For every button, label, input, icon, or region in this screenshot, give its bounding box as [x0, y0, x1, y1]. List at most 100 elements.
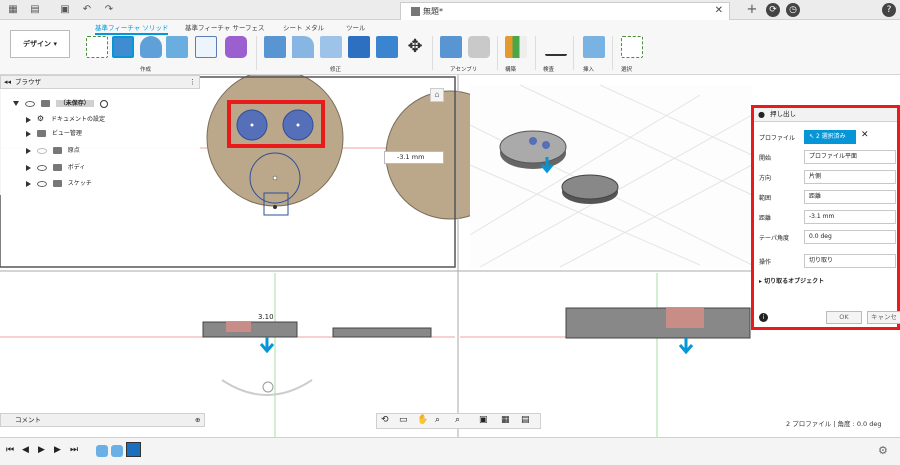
expand-icon[interactable]: [13, 101, 19, 106]
expand-icon[interactable]: [26, 164, 31, 171]
tab-tools[interactable]: ツール: [346, 22, 366, 32]
visibility-icon[interactable]: [24, 100, 35, 107]
new-tab-icon[interactable]: +: [745, 3, 759, 17]
group-construct[interactable]: 構築: [505, 65, 516, 73]
joint-icon[interactable]: [468, 36, 490, 58]
distance-input[interactable]: -3.1 mm: [384, 151, 444, 164]
create-form-icon[interactable]: [225, 36, 247, 58]
timeline-feature-icon[interactable]: [96, 445, 108, 457]
insert-image-icon[interactable]: [583, 36, 605, 58]
first-step-icon[interactable]: ⏮: [6, 445, 14, 455]
visibility-icon[interactable]: [36, 180, 47, 187]
tree-item-views[interactable]: ビュー管理: [26, 127, 82, 141]
taper-field[interactable]: 0.0 deg: [804, 230, 896, 244]
pin-icon[interactable]: ⋮: [189, 76, 196, 88]
tree-root[interactable]: （未保存）: [13, 97, 108, 111]
timeline-settings-icon[interactable]: ⚙: [878, 444, 888, 457]
revolve-icon[interactable]: [140, 36, 162, 58]
viewports-icon[interactable]: ▤: [521, 415, 530, 425]
display-settings-icon[interactable]: ▣: [479, 415, 488, 425]
iso-view[interactable]: [469, 84, 753, 268]
operation-select[interactable]: 切り取り: [804, 254, 896, 268]
tab-solid[interactable]: 基準フィーチャ ソリッド: [95, 22, 169, 35]
timeline-feature-icon[interactable]: [126, 442, 141, 457]
pan-icon[interactable]: ✋: [417, 415, 428, 425]
tree-item-settings[interactable]: ⚙ ドキュメントの設定: [26, 112, 105, 126]
tab-surface[interactable]: 基準フィーチャ サーフェス: [185, 22, 264, 32]
move-icon[interactable]: ✥: [404, 36, 426, 58]
collapse-icon[interactable]: ◂◂: [4, 76, 11, 88]
look-at-icon[interactable]: ▭: [399, 415, 408, 425]
document-tab[interactable]: 無題* ✕: [400, 2, 730, 20]
orbit-icon[interactable]: ⟲: [381, 415, 389, 425]
visibility-icon[interactable]: [36, 164, 47, 171]
tree-root-label: （未保存）: [55, 100, 94, 107]
press-pull-icon[interactable]: [264, 36, 286, 58]
job-status-icon[interactable]: ⟳: [766, 3, 780, 17]
save-icon[interactable]: ▣: [58, 3, 72, 17]
notifications-icon[interactable]: ◷: [786, 3, 800, 17]
group-inspect[interactable]: 検査: [543, 65, 554, 73]
extrude-icon[interactable]: [112, 36, 134, 58]
create-sketch-icon[interactable]: [86, 36, 108, 58]
clear-selection-icon[interactable]: ✕: [861, 130, 869, 140]
browser-header[interactable]: ◂◂ ブラウザ ⋮: [0, 75, 200, 89]
cancel-button[interactable]: キャンセル: [867, 311, 900, 324]
expand-icon[interactable]: [26, 116, 31, 123]
measure-icon[interactable]: [545, 42, 567, 56]
group-insert[interactable]: 挿入: [583, 65, 594, 73]
tab-sheet-metal[interactable]: シート メタル: [283, 22, 324, 32]
expand-icon[interactable]: [26, 147, 31, 154]
split-icon[interactable]: [376, 36, 398, 58]
tree-item-sketches[interactable]: スケッチ: [26, 177, 92, 191]
tree-item-bodies[interactable]: ボディ: [26, 161, 85, 175]
direction-select[interactable]: 片側: [804, 170, 896, 184]
add-comment-icon[interactable]: ⊕: [195, 414, 200, 426]
profile-select-button[interactable]: ↖ 2 選択済み: [804, 130, 856, 144]
timeline-feature-icon[interactable]: [111, 445, 123, 457]
info-icon[interactable]: i: [759, 313, 768, 322]
app-grid-icon[interactable]: ▦: [6, 3, 20, 17]
redo-icon[interactable]: ↷: [102, 3, 116, 17]
fillet-icon[interactable]: [292, 36, 314, 58]
chamfer-icon[interactable]: [320, 36, 342, 58]
select-icon[interactable]: [621, 36, 643, 58]
extent-select[interactable]: 距離: [804, 190, 896, 204]
active-marker-icon[interactable]: [99, 99, 108, 108]
start-select[interactable]: プロファイル平面: [804, 150, 896, 164]
last-step-icon[interactable]: ⏭: [70, 445, 78, 455]
zoom-icon[interactable]: ⌕: [435, 415, 440, 425]
file-menu-icon[interactable]: ▤: [28, 3, 42, 17]
tree-item-origin[interactable]: 原点: [26, 144, 80, 158]
comment-bar[interactable]: コメント ⊕: [0, 413, 205, 427]
undo-icon[interactable]: ↶: [80, 3, 94, 17]
folder-icon: [52, 180, 62, 187]
previous-step-icon[interactable]: ◀: [22, 445, 29, 455]
visibility-icon[interactable]: [36, 147, 47, 154]
workspace-switcher[interactable]: デザイン ▾: [10, 30, 70, 58]
collapse-icon[interactable]: ●: [758, 108, 765, 121]
view-cube-icon[interactable]: ⌂: [430, 88, 444, 102]
play-icon[interactable]: ▶: [38, 445, 45, 455]
fit-icon[interactable]: ⌕: [455, 415, 460, 425]
group-assemble[interactable]: アセンブリ: [450, 65, 477, 73]
document-icon: [40, 100, 50, 107]
new-component-icon[interactable]: [440, 36, 462, 58]
group-modify[interactable]: 修正: [330, 65, 341, 73]
group-select[interactable]: 選択: [621, 65, 632, 73]
help-icon[interactable]: ?: [882, 3, 896, 17]
ok-button[interactable]: OK: [826, 311, 862, 324]
grid-icon[interactable]: ▦: [501, 415, 510, 425]
expand-icon[interactable]: [26, 180, 31, 187]
next-step-icon[interactable]: ▶: [54, 445, 61, 455]
distance-field[interactable]: -3.1 mm: [804, 210, 896, 224]
group-create[interactable]: 作成: [140, 65, 151, 73]
hole-icon[interactable]: [166, 36, 188, 58]
combine-icon[interactable]: [348, 36, 370, 58]
dialog-header[interactable]: ● 押し出し: [754, 108, 897, 122]
close-icon[interactable]: ✕: [715, 5, 723, 16]
expand-icon[interactable]: [26, 130, 31, 137]
pattern-icon[interactable]: [195, 36, 217, 58]
objects-to-cut-section[interactable]: ▸ 切り取るオブジェクト: [759, 276, 824, 285]
plane-icon[interactable]: [505, 36, 527, 58]
